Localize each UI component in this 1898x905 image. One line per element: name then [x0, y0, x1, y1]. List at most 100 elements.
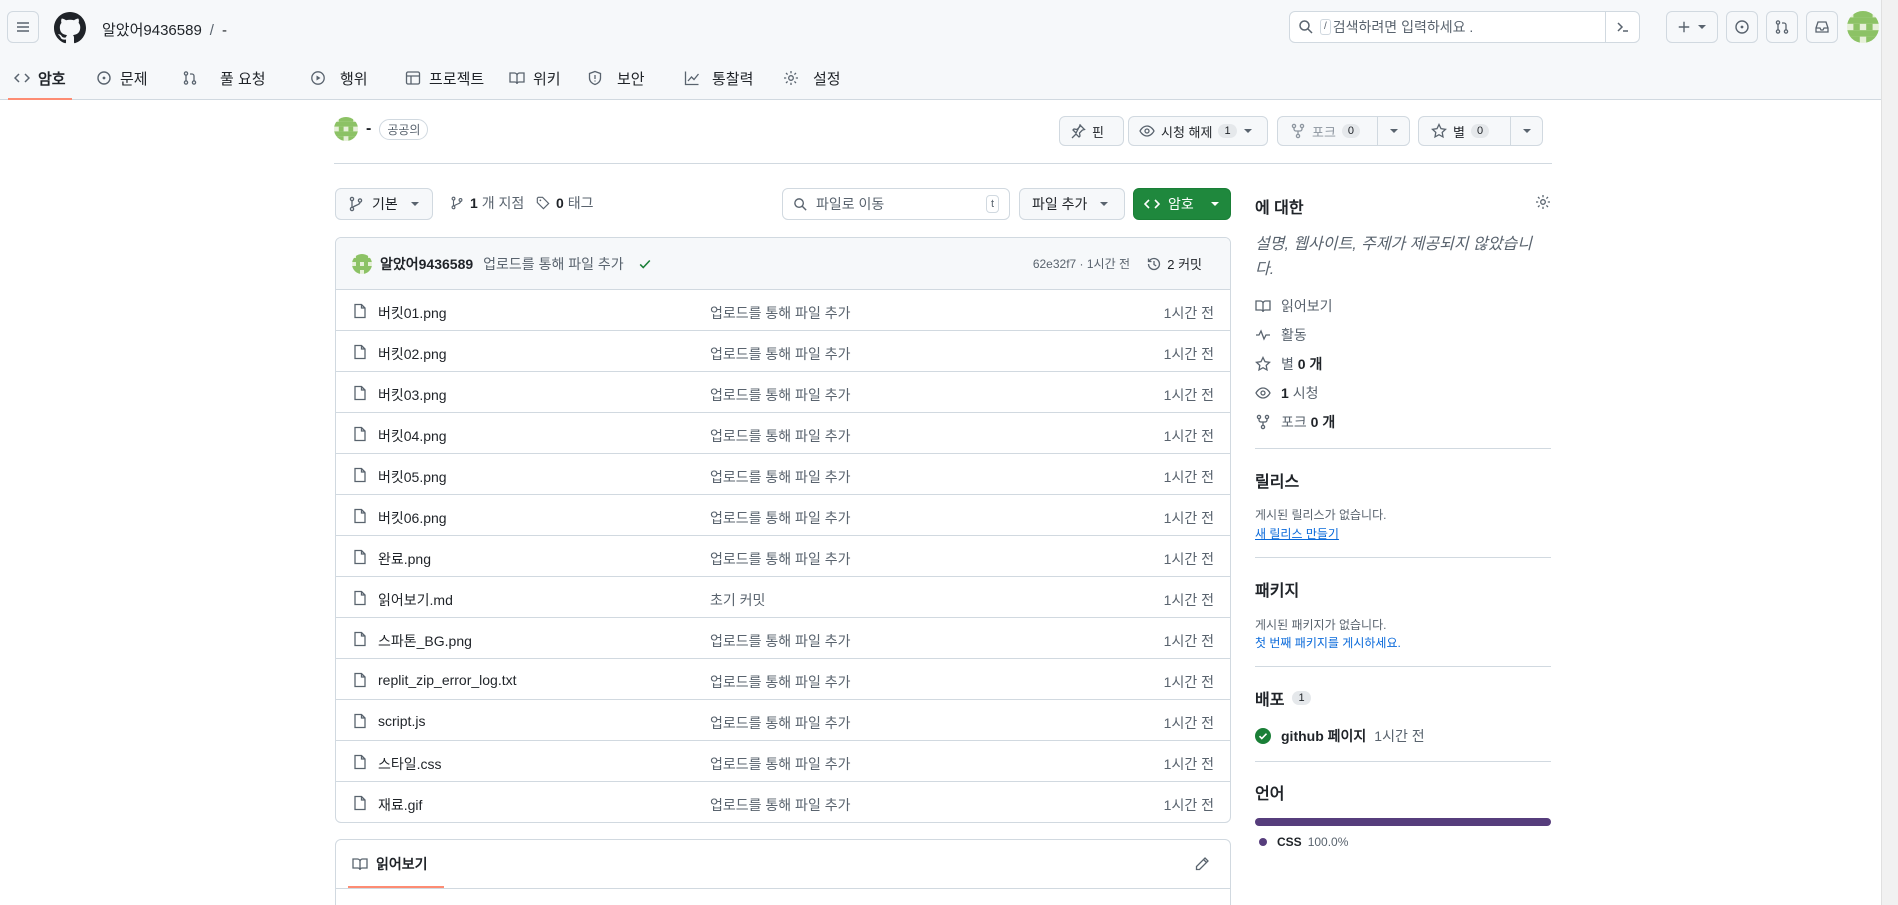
pin-button[interactable]: 핀	[1059, 116, 1124, 146]
about-settings-button[interactable]	[1535, 194, 1551, 210]
fork-button[interactable]: 포크 0	[1278, 117, 1377, 145]
file-icon	[352, 467, 368, 483]
sidebar-readme-link[interactable]: 읽어보기	[1255, 296, 1333, 316]
tag-icon	[536, 196, 550, 210]
breadcrumb-owner[interactable]: 알았어9436589	[102, 22, 202, 39]
sidebar-forks-link[interactable]: 포크 0 개	[1255, 412, 1335, 432]
create-new-button[interactable]	[1666, 11, 1718, 43]
file-commit-message[interactable]: 업로드를 통해 파일 추가	[710, 631, 850, 651]
file-commit-message[interactable]: 업로드를 통해 파일 추가	[710, 672, 850, 692]
file-commit-message[interactable]: 업로드를 통해 파일 추가	[710, 508, 850, 528]
code-button[interactable]: 암호	[1133, 188, 1231, 220]
file-commit-message[interactable]: 초기 커밋	[710, 590, 765, 610]
caret-down-icon	[1100, 202, 1109, 206]
publish-package-link[interactable]: 첫 번째 패키지를 게시하세요.	[1255, 634, 1401, 651]
branch-select-button[interactable]: 기본	[335, 188, 433, 220]
tab-issues[interactable]: 문제	[96, 56, 148, 100]
search-input[interactable]: / 검색하려면 입력하세요 .	[1289, 11, 1640, 43]
file-commit-message[interactable]: 업로드를 통해 파일 추가	[710, 795, 850, 815]
go-to-file-input[interactable]: 파일로 이동 t	[782, 188, 1010, 220]
watch-button[interactable]: 시청 해제 1	[1128, 116, 1268, 146]
user-avatar[interactable]	[1847, 11, 1879, 43]
tab-pull-requests[interactable]: 풀 요청	[182, 56, 266, 100]
deployments-title[interactable]: 배포 1	[1255, 686, 1311, 710]
menu-button[interactable]	[7, 11, 39, 43]
tab-settings[interactable]: 설정	[783, 56, 841, 100]
star-button[interactable]: 별 0	[1419, 117, 1510, 145]
page-scrollbar[interactable]	[1881, 0, 1898, 905]
issues-button[interactable]	[1726, 11, 1758, 43]
deployment-item[interactable]: github 페이지 1시간 전	[1255, 726, 1425, 746]
readme-tab[interactable]: 읽어보기	[348, 840, 444, 888]
file-commit-message[interactable]: 업로드를 통해 파일 추가	[710, 549, 850, 569]
file-commit-message[interactable]: 업로드를 통해 파일 추가	[710, 344, 850, 364]
github-logo[interactable]	[54, 12, 86, 44]
watch-count: 1	[1218, 124, 1237, 138]
tab-code[interactable]: 암호	[8, 56, 72, 100]
tags-link[interactable]: 0 태그	[536, 193, 593, 213]
plus-icon	[1678, 21, 1690, 33]
file-name-link[interactable]: 버킷02.png	[378, 344, 447, 364]
owner-avatar[interactable]	[334, 117, 358, 141]
tab-insights[interactable]: 통찰력	[684, 56, 753, 100]
edit-readme-button[interactable]	[1194, 856, 1210, 872]
file-commit-message[interactable]: 업로드를 통해 파일 추가	[710, 303, 850, 323]
readme-divider	[336, 888, 1230, 889]
sidebar-activity-link[interactable]: 활동	[1255, 325, 1307, 345]
tab-actions[interactable]: 행위	[310, 56, 368, 100]
commit-history-link[interactable]: 2 커밋	[1146, 254, 1202, 273]
check-icon[interactable]	[638, 257, 652, 271]
language-item-css[interactable]: CSS 100.0%	[1255, 835, 1348, 849]
add-file-button[interactable]: 파일 추가	[1019, 188, 1125, 220]
repo-head-divider	[334, 163, 1552, 164]
file-name-link[interactable]: 버킷01.png	[378, 303, 447, 323]
file-name-link[interactable]: replit_zip_error_log.txt	[378, 672, 517, 688]
file-name-link[interactable]: 재료.gif	[378, 795, 422, 815]
file-name-link[interactable]: 버킷06.png	[378, 508, 447, 528]
file-commit-message[interactable]: 업로드를 통해 파일 추가	[710, 426, 850, 446]
branches-link[interactable]: 1 개 지점	[450, 193, 524, 213]
sidebar-stars-link[interactable]: 별 0 개	[1255, 354, 1322, 374]
inbox-icon	[1815, 21, 1829, 33]
file-name-link[interactable]: 완료.png	[378, 549, 431, 569]
deployment-time: 1시간 전	[1374, 728, 1425, 744]
pull-requests-button[interactable]	[1766, 11, 1798, 43]
commit-sha-time[interactable]: 62e32f7 · 1시간 전	[1033, 255, 1130, 272]
commit-author-avatar[interactable]	[352, 253, 372, 274]
fork-dropdown-button[interactable]	[1377, 117, 1409, 145]
file-name-link[interactable]: 버킷03.png	[378, 385, 447, 405]
file-name-link[interactable]: 읽어보기.md	[378, 590, 453, 610]
commit-author[interactable]: 알았어9436589	[380, 254, 473, 274]
file-commit-message[interactable]: 업로드를 통해 파일 추가	[710, 467, 850, 487]
packages-title[interactable]: 패키지	[1255, 577, 1299, 601]
sidebar-watchers-link[interactable]: 1 시청	[1255, 383, 1318, 403]
file-commit-message[interactable]: 업로드를 통해 파일 추가	[710, 713, 850, 733]
star-dropdown-button[interactable]	[1510, 117, 1542, 145]
create-release-link[interactable]: 새 릴리스 만들기	[1255, 525, 1339, 542]
inbox-button[interactable]	[1806, 11, 1838, 43]
file-name-link[interactable]: 스타일.css	[378, 754, 442, 774]
tab-security[interactable]: 보안	[587, 56, 645, 100]
file-name-link[interactable]: 버킷05.png	[378, 467, 447, 487]
file-commit-time: 1시간 전	[1163, 510, 1214, 526]
tab-wiki[interactable]: 위키	[509, 56, 561, 100]
breadcrumb-repo[interactable]: -	[222, 22, 227, 39]
file-name-link[interactable]: 버킷04.png	[378, 426, 447, 446]
file-commit-message[interactable]: 업로드를 통해 파일 추가	[710, 385, 850, 405]
commit-count: 2 커밋	[1167, 257, 1202, 272]
tab-issues-label: 문제	[120, 70, 148, 88]
tab-projects[interactable]: 프로젝트	[405, 56, 484, 100]
commit-message[interactable]: 업로드를 통해 파일 추가	[483, 254, 623, 274]
file-commit-message[interactable]: 업로드를 통해 파일 추가	[710, 754, 850, 774]
repo-forked-icon	[1291, 123, 1305, 139]
repo-name[interactable]: -	[366, 120, 371, 138]
tab-insights-label: 통찰력	[712, 70, 754, 88]
file-name-link[interactable]: script.js	[378, 713, 425, 729]
releases-title[interactable]: 릴리스	[1255, 468, 1299, 492]
file-name-link[interactable]: 스파톤_BG.png	[378, 631, 472, 651]
star-button-group: 별 0	[1418, 116, 1543, 146]
command-palette-button[interactable]	[1605, 12, 1639, 42]
file-commit-time: 1시간 전	[1163, 633, 1214, 649]
tab-code-label: 암호	[38, 70, 66, 88]
github-logo-icon	[54, 12, 86, 44]
